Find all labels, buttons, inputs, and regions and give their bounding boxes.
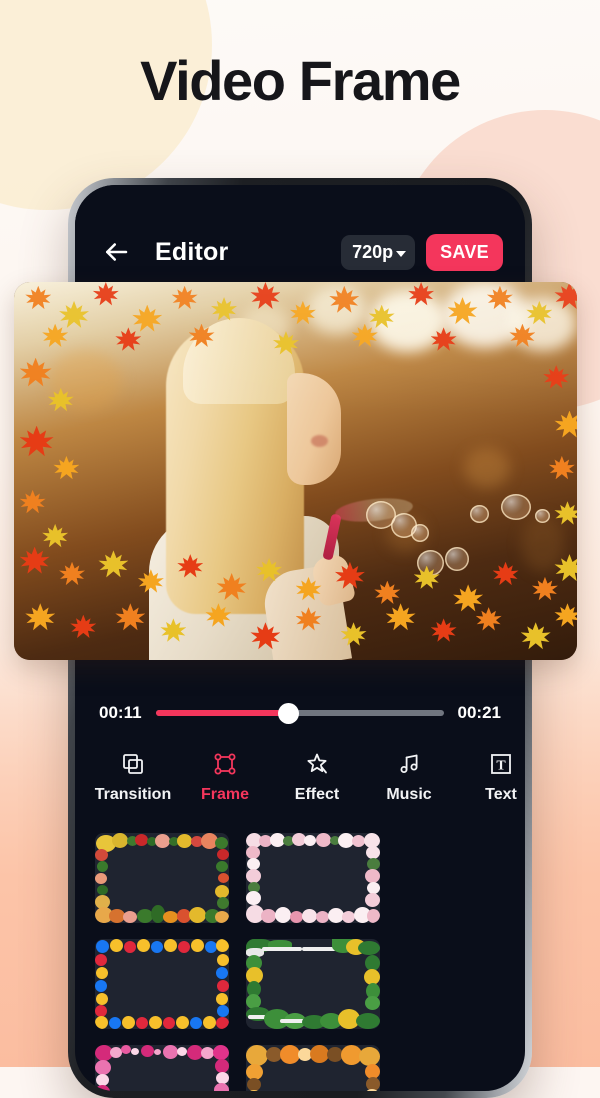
frame-handles-icon (212, 751, 238, 777)
text-box-icon: T (488, 751, 514, 777)
video-preview-card[interactable] (14, 282, 577, 660)
tab-frame-label: Frame (200, 786, 250, 803)
chevron-down-icon (396, 250, 407, 257)
frame-thumbnail-grid (75, 833, 525, 1091)
girl-face (287, 372, 342, 485)
editor-header: Editor 720p SAVE (75, 185, 525, 297)
frame-option-tropical-hibiscus[interactable] (246, 939, 380, 1029)
frame-preview-art (246, 1045, 380, 1091)
soap-bubble (410, 523, 429, 542)
quality-selector[interactable]: 720p (341, 234, 416, 270)
tab-music-label: Music (386, 786, 432, 803)
timeline-progress-fill (155, 710, 288, 716)
timeline-track[interactable] (155, 702, 444, 724)
soap-bubble (444, 546, 469, 571)
timeline-thumb[interactable] (277, 702, 299, 724)
frame-option-pink-hearts[interactable] (95, 1045, 229, 1091)
music-notes-icon (396, 751, 422, 777)
frame-option-mixed-flowers[interactable] (95, 833, 229, 923)
tab-frame[interactable]: Frame (179, 747, 271, 804)
tab-effect-label: Effect (294, 786, 340, 803)
bokeh-light (520, 516, 565, 573)
timeline-scrubber: 00:11 00:21 (75, 685, 525, 741)
frame-preview-art (246, 833, 380, 923)
back-arrow-icon[interactable] (101, 237, 131, 267)
soap-bubble (500, 493, 531, 520)
save-button[interactable]: SAVE (426, 233, 503, 271)
editor-title: Editor (155, 237, 229, 266)
current-time-label: 00:11 (99, 703, 142, 722)
frame-preview-art (95, 833, 229, 923)
frame-option-pink-roses[interactable] (246, 833, 380, 923)
tab-text-label: Text (485, 786, 517, 803)
quality-label: 720p (352, 241, 394, 262)
svg-text:T: T (496, 759, 506, 774)
frame-option-citrus-fruit[interactable] (246, 1045, 380, 1091)
soap-bubble (470, 505, 490, 524)
tab-music[interactable]: Music (363, 747, 455, 804)
tab-effect[interactable]: Effect (271, 747, 363, 804)
sparkle-star-icon (304, 751, 330, 777)
overlapping-squares-icon (120, 751, 146, 777)
frame-preview-art (95, 939, 229, 1029)
tab-text[interactable]: T Text (455, 747, 525, 804)
tab-transition[interactable]: Transition (87, 747, 179, 804)
tool-tab-bar: Transition Frame Effect Music T Text (75, 747, 525, 825)
tab-transition-label: Transition (94, 786, 172, 803)
soap-bubble (534, 508, 550, 523)
frame-option-emoji-reactions[interactable] (95, 939, 229, 1029)
page-title: Video Frame (140, 49, 461, 112)
frame-preview-art (246, 939, 380, 1029)
total-time-label: 00:21 (457, 703, 501, 722)
frame-preview-art (95, 1045, 229, 1091)
